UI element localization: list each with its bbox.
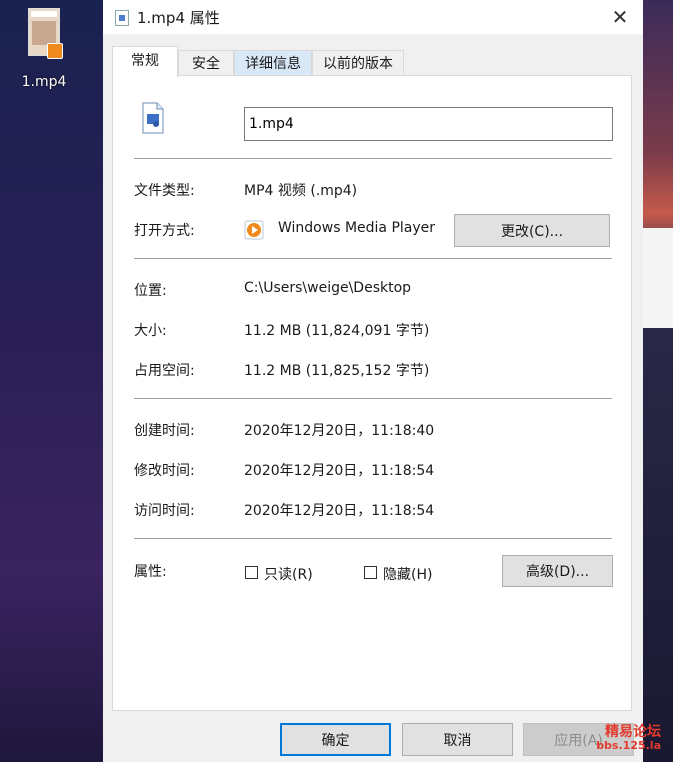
location-value: C:\Users\weige\Desktop <box>244 280 412 296</box>
opens-with-value: Windows Media Player <box>278 220 436 236</box>
file-icon <box>115 10 129 26</box>
location-label: 位置: <box>134 283 167 299</box>
size-label: 大小: <box>134 323 167 339</box>
ok-button[interactable]: 确定 <box>280 723 391 756</box>
advanced-button[interactable]: 高级(D)... <box>502 555 613 587</box>
media-file-icon <box>142 102 164 134</box>
change-app-button[interactable]: 更改(C)... <box>454 214 610 247</box>
modified-value: 2020年12月20日，11:18:54 <box>244 463 435 479</box>
size-on-disk-value: 11.2 MB (11,825,152 字节) <box>244 363 430 379</box>
desktop-file-label: 1.mp4 <box>21 74 67 90</box>
accessed-value: 2020年12月20日，11:18:54 <box>244 503 435 519</box>
close-button[interactable]: ✕ <box>597 0 643 34</box>
opens-with-label: 打开方式: <box>134 223 195 239</box>
properties-dialog: 1.mp4 属性 ✕ 常规 安全 详细信息 以前的版本 文件类型: MP4 视频… <box>103 0 643 762</box>
divider <box>134 398 612 399</box>
tab-previous-versions[interactable]: 以前的版本 <box>312 50 404 76</box>
desktop-file-icon[interactable]: 1.mp4 <box>14 8 74 90</box>
watermark-title: 精易论坛 <box>605 724 661 740</box>
attributes-label: 属性: <box>134 564 167 580</box>
cancel-button[interactable]: 取消 <box>402 723 513 756</box>
modified-label: 修改时间: <box>134 463 195 479</box>
tab-security[interactable]: 安全 <box>178 50 234 76</box>
file-type-value: MP4 视频 (.mp4) <box>244 183 358 199</box>
readonly-checkbox[interactable] <box>245 566 258 579</box>
tab-details[interactable]: 详细信息 <box>234 50 312 76</box>
windows-media-player-icon <box>244 220 264 240</box>
readonly-label[interactable]: 只读(R) <box>264 564 313 584</box>
divider <box>134 258 612 259</box>
created-value: 2020年12月20日，11:18:40 <box>244 423 435 439</box>
forum-watermark: 精易论坛 bbs.125.la <box>596 725 661 752</box>
size-value: 11.2 MB (11,824,091 字节) <box>244 323 430 339</box>
watermark-url: bbs.125.la <box>596 739 661 752</box>
general-tab-panel: 文件类型: MP4 视频 (.mp4) 打开方式: Windows Media … <box>112 75 632 711</box>
background-window-edge <box>643 228 673 328</box>
hidden-checkbox[interactable] <box>364 566 377 579</box>
window-title: 1.mp4 属性 <box>137 9 220 27</box>
created-label: 创建时间: <box>134 423 195 439</box>
file-type-label: 文件类型: <box>134 183 195 199</box>
accessed-label: 访问时间: <box>134 503 195 519</box>
title-bar[interactable]: 1.mp4 属性 ✕ <box>103 0 643 34</box>
size-on-disk-label: 占用空间: <box>134 363 195 379</box>
divider <box>134 538 612 539</box>
video-thumbnail-icon <box>28 8 63 59</box>
tab-general[interactable]: 常规 <box>112 46 178 77</box>
desktop-background <box>0 0 103 762</box>
desktop-background-right <box>643 0 673 762</box>
filename-input[interactable] <box>244 107 613 141</box>
hidden-label[interactable]: 隐藏(H) <box>383 564 432 584</box>
divider <box>134 158 612 159</box>
